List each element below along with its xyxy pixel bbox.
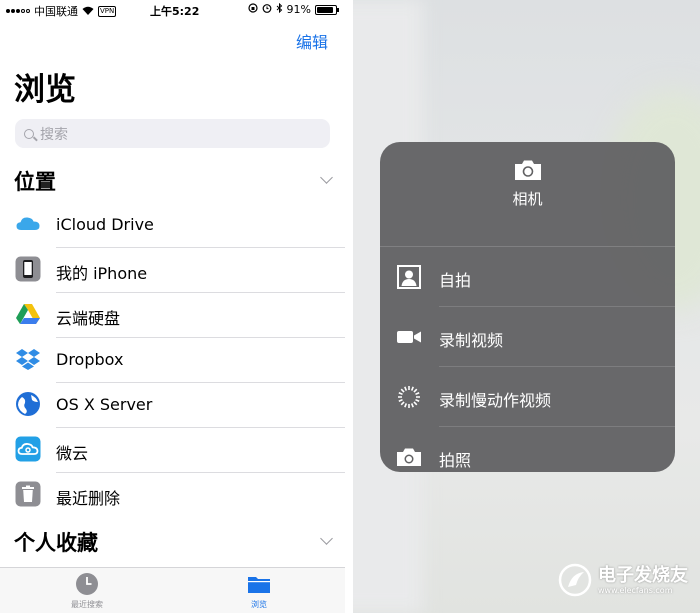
watermark: 电子发烧友 www.elecfans.com xyxy=(558,563,688,597)
search-icon xyxy=(24,128,34,139)
elecfans-logo-icon xyxy=(558,563,592,597)
watermark-name: 电子发烧友 xyxy=(598,564,688,586)
trash-icon xyxy=(15,481,41,507)
tab-label: 浏览 xyxy=(251,600,267,609)
app-name: 相机 xyxy=(512,190,543,208)
location-label: 我的 iPhone xyxy=(56,264,148,283)
tab-bar: 最近搜索 浏览 xyxy=(0,567,345,613)
selfie-icon xyxy=(396,265,422,289)
chevron-down-icon[interactable] xyxy=(320,532,333,545)
files-browse-screen: 中国联通 VPN 上午5:22 91% 编辑 浏览 搜索 位置 iCloud D… xyxy=(0,0,345,613)
quick-action-label: 录制慢动作视频 xyxy=(439,391,552,410)
globe-icon xyxy=(15,391,41,417)
locations-header: 位置 xyxy=(14,170,56,194)
wifi-icon xyxy=(82,5,94,18)
page-title: 浏览 xyxy=(14,72,76,108)
tab-recents[interactable]: 最近搜索 xyxy=(42,572,132,610)
favorites-header: 个人收藏 xyxy=(14,531,98,555)
slow-motion-icon xyxy=(396,385,422,409)
rotation-lock-icon xyxy=(247,3,258,16)
weiyun-icon xyxy=(15,436,41,462)
tab-browse[interactable]: 浏览 xyxy=(214,572,304,610)
location-label: 最近删除 xyxy=(56,489,121,508)
clock-icon xyxy=(75,572,99,596)
icloud-icon xyxy=(15,211,41,237)
dropbox-icon xyxy=(15,346,41,372)
quick-action-record-slomo[interactable]: 录制慢动作视频 xyxy=(380,367,675,427)
location-item-icloud[interactable]: iCloud Drive xyxy=(0,203,345,248)
watermark-url: www.elecfans.com xyxy=(598,585,673,595)
location-label: Dropbox xyxy=(56,350,124,369)
status-time: 上午5:22 xyxy=(150,5,200,18)
battery-icon xyxy=(315,4,339,15)
location-item-iphone[interactable]: 我的 iPhone xyxy=(0,248,345,293)
location-label: 云端硬盘 xyxy=(56,309,121,328)
signal-icon xyxy=(6,9,30,13)
folder-icon xyxy=(247,572,271,596)
search-input[interactable]: 搜索 xyxy=(15,119,330,148)
iphone-icon xyxy=(15,256,41,282)
quick-action-label: 自拍 xyxy=(439,271,472,290)
video-camera-icon xyxy=(396,325,422,349)
vpn-badge: VPN xyxy=(98,5,117,17)
quick-action-label: 录制视频 xyxy=(439,331,504,350)
quick-action-take-photo[interactable]: 拍照 xyxy=(380,427,675,472)
location-item-weiyun[interactable]: 微云 xyxy=(0,428,345,473)
edit-button[interactable]: 编辑 xyxy=(296,29,328,53)
location-item-recently-deleted[interactable]: 最近删除 xyxy=(0,473,345,518)
alarm-icon xyxy=(262,3,272,16)
tab-label: 最近搜索 xyxy=(71,600,103,609)
camera-icon xyxy=(396,445,422,469)
camera-quick-actions-menu: 相机 自拍 录制视频 录制慢动作视频 拍照 xyxy=(380,142,675,472)
location-label: 微云 xyxy=(56,444,89,463)
location-item-google-drive[interactable]: 云端硬盘 xyxy=(0,293,345,338)
bluetooth-icon xyxy=(276,2,283,16)
camera-quick-actions-screen: 相机 自拍 录制视频 录制慢动作视频 拍照 电子发烧友 www.elecfans… xyxy=(353,0,700,613)
battery-percent: 91% xyxy=(286,3,311,16)
location-label: iCloud Drive xyxy=(56,215,154,234)
location-item-osx-server[interactable]: OS X Server xyxy=(0,383,345,428)
search-placeholder: 搜索 xyxy=(40,126,68,143)
google-drive-icon xyxy=(15,301,41,327)
carrier-label: 中国联通 xyxy=(34,5,78,18)
quick-action-record-video[interactable]: 录制视频 xyxy=(380,307,675,367)
location-label: OS X Server xyxy=(56,395,153,414)
quick-action-label: 拍照 xyxy=(439,451,472,470)
menu-header: 相机 xyxy=(380,158,675,247)
chevron-down-icon[interactable] xyxy=(320,171,333,184)
quick-action-selfie[interactable]: 自拍 xyxy=(380,247,675,307)
camera-app-icon xyxy=(513,158,543,182)
location-item-dropbox[interactable]: Dropbox xyxy=(0,338,345,383)
status-bar: 中国联通 VPN 上午5:22 91% xyxy=(0,0,345,20)
